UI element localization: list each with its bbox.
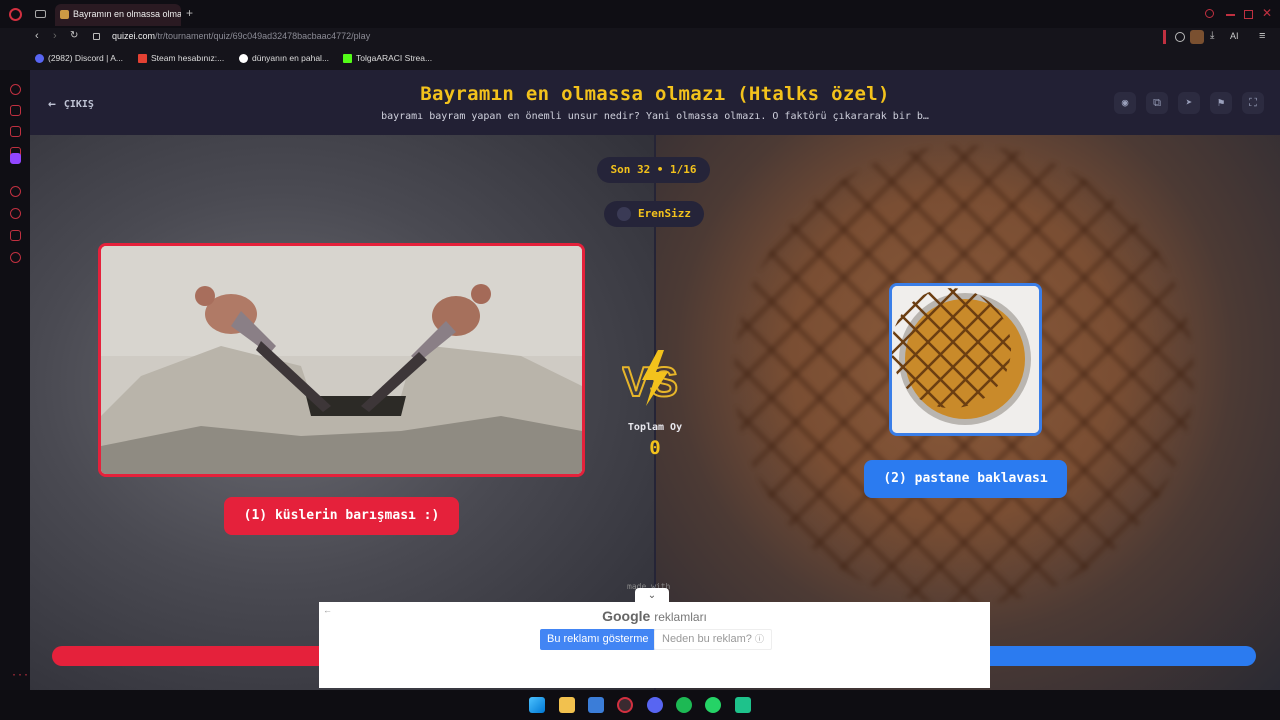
kick-icon xyxy=(343,53,352,63)
total-votes-value: 0 xyxy=(649,437,661,459)
sidebar-twitch-icon[interactable] xyxy=(10,153,21,164)
vote-bar-left xyxy=(52,646,352,666)
menu-icon[interactable]: ≡ xyxy=(1259,30,1265,42)
url-field[interactable]: quizei.com/tr/tournament/quiz/69c049ad32… xyxy=(112,31,370,41)
ad-brand: Google xyxy=(602,608,651,624)
search-icon[interactable] xyxy=(1205,9,1214,18)
profile-avatar[interactable] xyxy=(1190,30,1204,44)
eye-icon[interactable]: ◉ xyxy=(1114,92,1136,114)
google-ad-banner: ← ⌄ Google reklamları Bu reklamı gösterm… xyxy=(319,588,990,688)
baklava-photo xyxy=(892,286,1039,433)
discord-icon xyxy=(35,53,44,63)
discord-taskbar-icon[interactable] xyxy=(647,697,663,713)
fullscreen-icon[interactable]: ⛶ xyxy=(1242,92,1264,114)
quiz-header: ← ÇIKIŞ Bayramın en olmassa olmazı (Htal… xyxy=(30,70,1280,135)
quiz-title: Bayramın en olmassa olmazı (Htalks özel) xyxy=(420,83,890,105)
sidebar-player-icon[interactable] xyxy=(10,186,21,197)
bookmark-label: (2982) Discord | A... xyxy=(48,53,123,63)
round-badge: Son 32 • 1/16 xyxy=(597,157,710,183)
creator-badge[interactable]: ErenSizz xyxy=(604,201,704,227)
gmail-icon xyxy=(138,53,147,63)
record-indicator xyxy=(1163,30,1166,44)
close-icon[interactable]: ✕ xyxy=(1262,6,1272,20)
extensions-icon[interactable] xyxy=(1175,32,1185,42)
bookmark-label: TolgaARACI Strea... xyxy=(356,53,433,63)
url-path: /tr/tournament/quiz/69c049ad32478bacbaac… xyxy=(155,31,371,41)
total-votes-label: Toplam Oy xyxy=(627,422,683,433)
chevron-down-icon: ⌄ xyxy=(647,590,657,601)
option-2-button[interactable]: (2) pastane baklavası xyxy=(864,460,1067,498)
browser-sidebar: ··· xyxy=(0,70,30,690)
sidebar-chat-icon[interactable] xyxy=(10,126,21,137)
bookmark-kick[interactable]: TolgaARACI Strea... xyxy=(343,53,432,63)
tab-bar: Bayramın en olmassa olma + ✕ xyxy=(0,0,1280,28)
ad-brand-suffix: reklamları xyxy=(654,610,707,624)
taskbar xyxy=(0,690,1280,720)
tab-overview-icon[interactable] xyxy=(35,10,46,18)
tab-title: Bayramın en olmassa olma xyxy=(73,9,181,19)
creator-avatar xyxy=(617,207,631,221)
opera-logo-icon[interactable] xyxy=(9,8,22,21)
browser-chrome: Bayramın en olmassa olma + ✕ ‹ › ↻ quize… xyxy=(0,0,1280,70)
google-icon xyxy=(239,53,248,63)
ai-label: AI xyxy=(1230,31,1239,41)
why-ad-button[interactable]: Neden bu reklam? ⓘ xyxy=(654,629,772,650)
ad-collapse-tab[interactable]: ⌄ xyxy=(635,588,669,604)
bookmark-discord[interactable]: (2982) Discord | A... xyxy=(35,53,123,63)
sidebar-extensions-icon[interactable] xyxy=(10,230,21,241)
creator-name: ErenSizz xyxy=(638,207,691,220)
bookmark-label: dünyanın en pahal... xyxy=(252,53,330,63)
store-icon[interactable] xyxy=(588,697,604,713)
ad-heading: Google reklamları xyxy=(319,608,990,624)
address-bar: ‹ › ↻ quizei.com/tr/tournament/quiz/69c0… xyxy=(0,28,1280,48)
url-domain: quizei.com xyxy=(112,31,156,41)
sidebar-more-icon[interactable]: ··· xyxy=(11,670,29,681)
option-1-button[interactable]: (1) küslerin barışması :) xyxy=(224,497,459,535)
forward-icon[interactable]: › xyxy=(53,30,57,42)
back-icon[interactable]: ‹ xyxy=(35,30,39,42)
bookmarks-bar: (2982) Discord | A... Steam hesabınız:..… xyxy=(0,50,1280,68)
flag-icon[interactable]: ⚑ xyxy=(1210,92,1232,114)
download-icon[interactable]: ⤓ xyxy=(1210,30,1214,41)
spotify-icon[interactable] xyxy=(676,697,692,713)
share-icon[interactable]: ⧉ xyxy=(1146,92,1168,114)
sidebar-history-icon[interactable] xyxy=(10,208,21,219)
ai-button[interactable]: AI xyxy=(1230,31,1239,41)
windows-start-icon[interactable] xyxy=(529,697,545,713)
game-app-icon[interactable] xyxy=(735,697,751,713)
why-ad-label: Neden bu reklam? xyxy=(662,633,752,645)
hide-ad-button[interactable]: Bu reklamı gösterme xyxy=(540,629,656,650)
reload-icon[interactable]: ↻ xyxy=(70,30,78,41)
maximize-icon[interactable] xyxy=(1244,10,1253,19)
opera-taskbar-icon[interactable] xyxy=(617,697,633,713)
sidebar-messenger-icon[interactable] xyxy=(10,105,21,116)
vote-bar-right xyxy=(970,646,1256,666)
quiz-subtitle: bayramı bayram yapan en önemli unsur ned… xyxy=(381,111,929,122)
option-2-image[interactable] xyxy=(889,283,1042,436)
new-tab-button[interactable]: + xyxy=(186,6,193,20)
minimize-icon[interactable] xyxy=(1226,14,1235,16)
whatsapp-icon[interactable] xyxy=(705,697,721,713)
vs-logo: VS xyxy=(622,350,679,406)
tab-favicon-icon xyxy=(60,10,69,19)
file-explorer-icon[interactable] xyxy=(559,697,575,713)
browser-tab-active[interactable]: Bayramın en olmassa olma xyxy=(55,4,181,26)
bookmark-google[interactable]: dünyanın en pahal... xyxy=(239,53,329,63)
sidebar-aria-icon[interactable] xyxy=(10,84,21,95)
option-1-image[interactable] xyxy=(98,243,585,477)
bookmark-label: Steam hesabınız:... xyxy=(151,53,225,63)
doves-photo xyxy=(101,246,582,474)
bookmark-steam[interactable]: Steam hesabınız:... xyxy=(138,53,224,63)
send-icon[interactable]: ➤ xyxy=(1178,92,1200,114)
sidebar-settings-icon[interactable] xyxy=(10,252,21,263)
lock-icon xyxy=(93,33,100,40)
info-icon: ⓘ xyxy=(754,634,764,644)
